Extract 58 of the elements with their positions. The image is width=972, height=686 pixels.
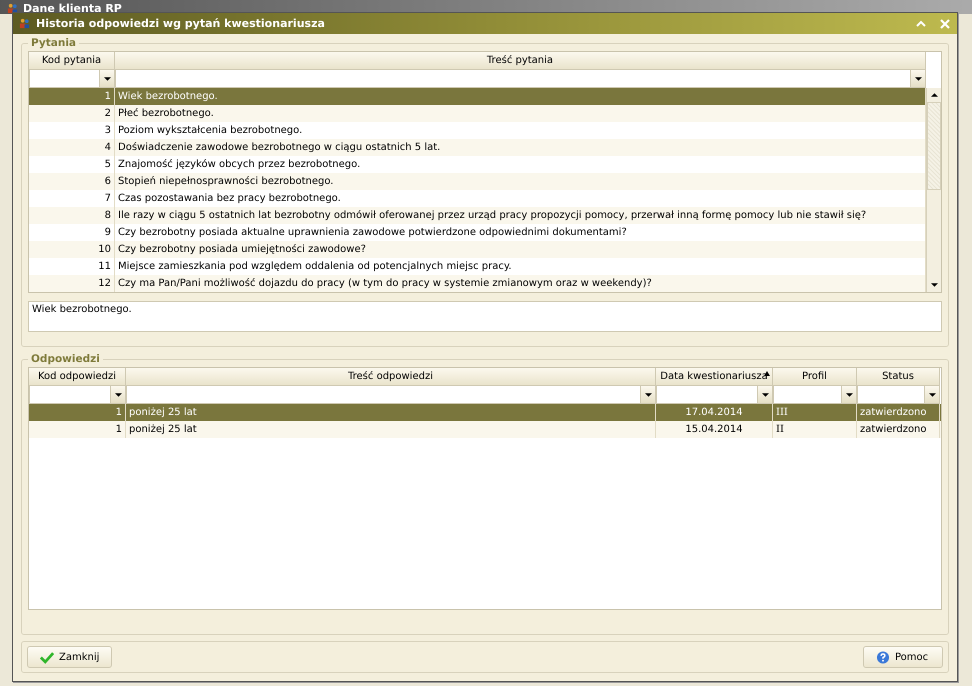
- question-row[interactable]: 6 Stopień niepełnosprawności bezrobotnego.: [29, 173, 926, 190]
- column-header[interactable]: Treść odpowiedzi: [126, 368, 656, 385]
- answer-row[interactable]: 1 poniżej 25 lat 17.04.2014 III zatwierdzono: [29, 404, 941, 421]
- dropdown-button[interactable]: [640, 386, 655, 403]
- filter-field[interactable]: [857, 385, 940, 404]
- filter-field[interactable]: [656, 385, 773, 404]
- background-window-title: Dane klienta RP: [23, 3, 122, 14]
- question-row[interactable]: 8 Ile razy w ciągu 5 ostatnich lat bezrobotny odmówił oferowanej przez urząd pracy propozycji pomocy, przerwał inną formę pomocy lub nie stawił się?: [29, 207, 926, 224]
- people-icon: [19, 18, 30, 29]
- column-header[interactable]: Status: [857, 368, 940, 385]
- dropdown-button[interactable]: [841, 386, 856, 403]
- caret-icon: [928, 392, 936, 396]
- table-cell: 1: [29, 421, 126, 438]
- question-row[interactable]: 4 Doświadczenie zawodowe bezrobotnego w ciągu ostatnich 5 lat.: [29, 139, 926, 156]
- table-cell: 12: [29, 275, 115, 292]
- table-cell: zatwierdzono: [857, 421, 940, 438]
- scrollbar[interactable]: [926, 88, 941, 292]
- scroll-up-icon[interactable]: [930, 93, 938, 97]
- caret-icon: [644, 392, 652, 396]
- filter-field[interactable]: [29, 69, 115, 88]
- scroll-down-icon[interactable]: [930, 283, 938, 287]
- help-button[interactable]: Pomoc: [863, 646, 943, 668]
- dropdown-button[interactable]: [110, 386, 125, 403]
- column-header[interactable]: Treść pytania: [115, 52, 926, 69]
- dropdown-button[interactable]: [99, 70, 114, 87]
- table-cell: 15.04.2014: [656, 421, 773, 438]
- group-legend: Pytania: [28, 37, 79, 49]
- question-row[interactable]: 1 Wiek bezrobotnego.: [29, 88, 926, 105]
- filter-field[interactable]: [29, 385, 126, 404]
- dropdown-button[interactable]: [757, 386, 772, 403]
- help-icon: [876, 650, 890, 664]
- table-cell: poniżej 25 lat: [126, 421, 656, 438]
- column-header[interactable]: Data kwestionariusza: [656, 368, 773, 385]
- answer-row[interactable]: 1 poniżej 25 lat 15.04.2014 II zatwierdzono: [29, 421, 941, 438]
- caret-icon: [114, 392, 122, 396]
- column-header[interactable]: Profil: [773, 368, 857, 385]
- question-detail-text: Wiek bezrobotnego.: [28, 301, 942, 332]
- close-button[interactable]: Zamknij: [27, 646, 112, 668]
- table-cell: II: [773, 421, 857, 438]
- caret-icon: [846, 392, 852, 396]
- caret-icon: [914, 76, 922, 80]
- filter-field[interactable]: [126, 385, 656, 404]
- question-row[interactable]: 12 Czy ma Pan/Pani możliwość dojazdu do pracy (w tym do pracy w systemie zmianowym oraz w weekendy)?: [29, 275, 926, 292]
- caret-icon: [104, 76, 110, 80]
- dropdown-button[interactable]: [910, 70, 925, 87]
- filter-field[interactable]: [773, 385, 857, 404]
- column-header[interactable]: Kod odpowiedzi: [29, 368, 126, 385]
- people-icon: [7, 3, 18, 14]
- caret-icon: [762, 392, 768, 396]
- group-legend: Odpowiedzi: [28, 353, 103, 365]
- question-row[interactable]: 2 Płeć bezrobotnego.: [29, 105, 926, 122]
- close-icon[interactable]: [939, 18, 951, 30]
- window-title: Historia odpowiedzi wg pytań kwestionariusza: [36, 17, 325, 30]
- checkmark-icon: [40, 650, 54, 664]
- column-header[interactable]: Kod pytania: [29, 52, 115, 69]
- filter-field[interactable]: [115, 69, 926, 88]
- dropdown-button[interactable]: [924, 386, 939, 403]
- question-row[interactable]: 10 Czy bezrobotny posiada umiejętności zawodowe?: [29, 241, 926, 258]
